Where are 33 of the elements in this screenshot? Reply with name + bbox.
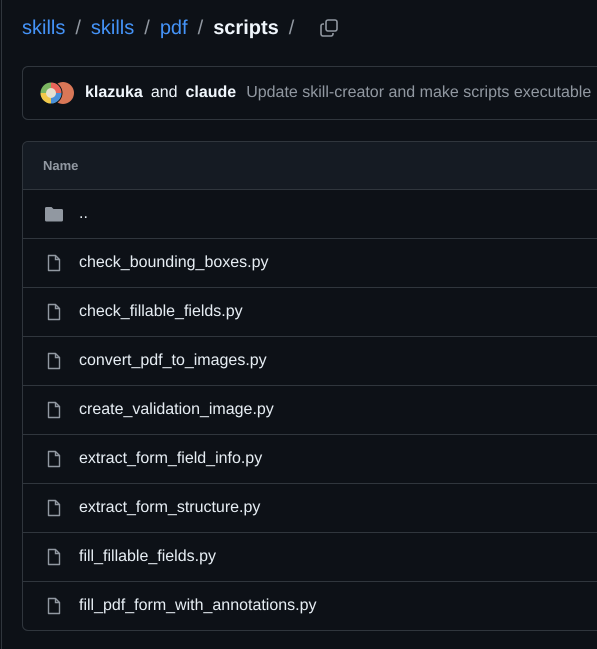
author-link[interactable]: klazuka	[85, 84, 143, 102]
current-folder: scripts	[213, 16, 279, 40]
file-icon	[46, 303, 62, 321]
parent-folder-link[interactable]: ..	[79, 205, 88, 223]
file-icon	[46, 352, 62, 370]
author-joiner: and	[150, 84, 178, 102]
path-separator: /	[288, 16, 294, 40]
folder-icon	[44, 206, 64, 222]
path-separator: /	[144, 16, 150, 40]
commit-message[interactable]: Update skill-creator and make scripts executable	[246, 84, 592, 102]
file-link[interactable]: extract_form_structure.py	[79, 499, 260, 517]
file-icon	[46, 548, 62, 566]
file-link[interactable]: check_fillable_fields.py	[79, 303, 243, 321]
file-link[interactable]: extract_form_field_info.py	[79, 450, 262, 468]
file-icon	[46, 254, 62, 272]
file-link[interactable]: fill_pdf_form_with_annotations.py	[79, 597, 316, 615]
breadcrumb-link[interactable]: pdf	[160, 16, 188, 40]
file-icon	[46, 450, 62, 468]
file-icon	[46, 499, 62, 517]
avatar-icon[interactable]	[39, 81, 77, 105]
path-separator: /	[75, 16, 81, 40]
file-icon	[46, 597, 62, 615]
path-separator: /	[198, 16, 204, 40]
file-link[interactable]: create_validation_image.py	[79, 401, 274, 419]
breadcrumb-link[interactable]: skills	[22, 16, 66, 40]
column-header: Name	[43, 158, 78, 173]
copy-icon[interactable]	[320, 19, 338, 37]
author-link[interactable]: claude	[186, 84, 236, 102]
file-link[interactable]: check_bounding_boxes.py	[79, 254, 268, 272]
file-link[interactable]: fill_fillable_fields.py	[79, 548, 216, 566]
file-icon	[46, 401, 62, 419]
breadcrumb-link[interactable]: skills	[90, 16, 134, 40]
file-link[interactable]: convert_pdf_to_images.py	[79, 352, 267, 370]
